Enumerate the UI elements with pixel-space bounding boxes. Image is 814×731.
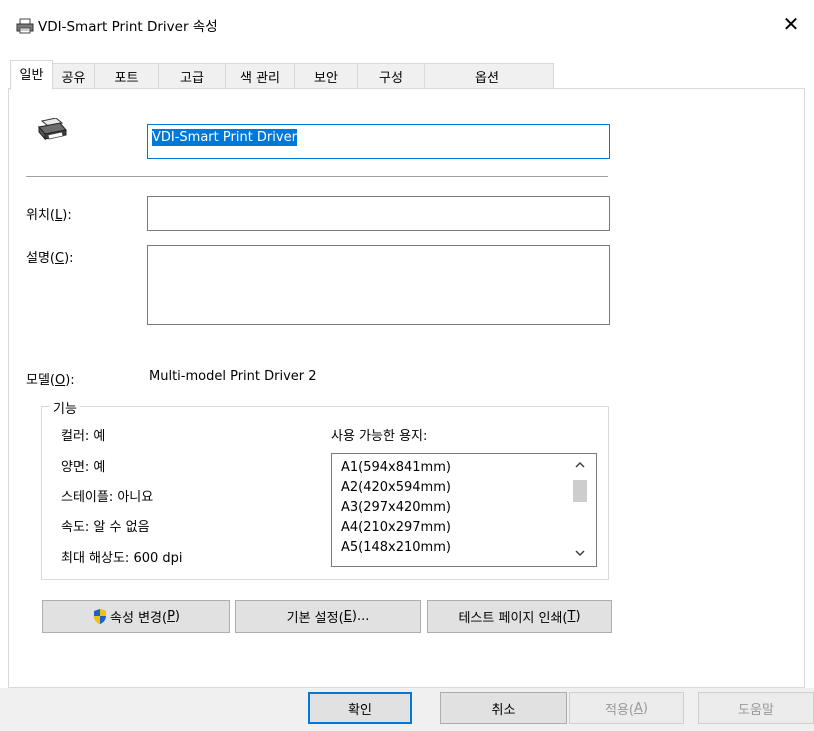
button-accel: P (167, 609, 175, 624)
tab-label: 옵션 (475, 71, 499, 86)
model-label: 모델(O): (26, 373, 75, 388)
divider (26, 176, 608, 177)
button-accel: E (343, 609, 352, 624)
tab-label: 공유 (61, 71, 86, 86)
speed-feature: 속도: 알 수 없음 (61, 520, 150, 535)
scroll-up-icon[interactable] (573, 460, 587, 474)
scroll-down-icon[interactable] (573, 548, 587, 562)
tab-sharing[interactable]: 공유 (52, 63, 95, 90)
tab-label: 일반 (19, 68, 44, 83)
close-button[interactable]: ✕ (768, 0, 814, 48)
close-icon: ✕ (782, 12, 800, 36)
tab-advanced[interactable]: 고급 (158, 63, 226, 90)
paper-label: 사용 가능한 용지: (331, 429, 428, 444)
general-tab-panel (8, 88, 805, 688)
button-label: 도움말 (738, 702, 774, 718)
change-properties-button[interactable]: 속성 변경(P) (42, 600, 230, 633)
button-label: ) (642, 700, 648, 716)
shield-icon (94, 609, 107, 624)
location-label: 위치(L): (26, 208, 72, 223)
printer-icon (16, 18, 34, 34)
button-label: ) (174, 609, 180, 624)
print-test-page-button[interactable]: 테스트 페이지 인쇄(T) (427, 600, 612, 633)
button-label: ) (575, 609, 581, 624)
tab-color-management[interactable]: 색 관리 (225, 63, 295, 90)
button-label: 테스트 페이지 인쇄( (458, 611, 568, 626)
list-item[interactable]: A5(148x210mm) (341, 540, 451, 555)
tab-label: 구성 (379, 71, 403, 86)
max-resolution-feature: 최대 해상도: 600 dpi (61, 551, 183, 566)
preferences-button[interactable]: 기본 설정(E)... (235, 600, 421, 633)
tab-options[interactable]: 옵션 (424, 63, 554, 90)
button-label: 속성 변경( (110, 611, 168, 626)
list-item[interactable]: A4(210x297mm) (341, 520, 451, 535)
scrollbar-thumb[interactable] (573, 480, 587, 502)
apply-button[interactable]: 적용(A) (569, 692, 684, 724)
tab-configuration[interactable]: 구성 (357, 63, 425, 90)
button-label: )... (351, 609, 370, 624)
title-bar: VDI-Smart Print Driver 속성 ✕ (0, 0, 814, 48)
tab-general[interactable]: 일반 (10, 60, 53, 90)
button-accel: A (634, 700, 643, 716)
paper-sizes-listbox[interactable]: A1(594x841mm) A2(420x594mm) A3(297x420mm… (331, 453, 597, 567)
comment-textarea[interactable] (147, 245, 610, 325)
button-accel: T (567, 609, 576, 624)
list-item[interactable]: A2(420x594mm) (341, 480, 451, 495)
button-label: 취소 (491, 702, 516, 718)
tab-security[interactable]: 보안 (294, 63, 358, 90)
window-title: VDI-Smart Print Driver 속성 (38, 19, 218, 35)
tab-label: 고급 (180, 71, 204, 86)
location-input[interactable] (147, 196, 610, 231)
ok-button[interactable]: 확인 (308, 692, 412, 724)
list-item[interactable]: A1(594x841mm) (341, 460, 451, 475)
tab-ports[interactable]: 포트 (94, 63, 159, 90)
printer-name-input[interactable]: VDI-Smart Print Driver (147, 124, 610, 159)
features-title: 기능 (50, 398, 80, 417)
button-label: 확인 (348, 702, 372, 718)
tab-label: 보안 (314, 71, 338, 86)
comment-label: 설명(C): (26, 251, 74, 266)
button-label: 적용( (605, 702, 634, 718)
tab-strip: 일반 공유 포트 고급 색 관리 보안 구성 옵션 (10, 60, 810, 90)
printer-name-text: VDI-Smart Print Driver (152, 129, 297, 146)
help-button[interactable]: 도움말 (698, 692, 814, 724)
list-item[interactable]: A3(297x420mm) (341, 500, 451, 515)
color-feature: 컬러: 예 (61, 429, 106, 444)
button-label: 기본 설정( (286, 611, 344, 626)
model-value: Multi-model Print Driver 2 (149, 369, 317, 384)
tab-label: 색 관리 (239, 71, 280, 86)
cancel-button[interactable]: 취소 (440, 692, 567, 724)
staple-feature: 스테이플: 아니요 (61, 490, 154, 505)
duplex-feature: 양면: 예 (61, 460, 106, 475)
printer-icon (38, 118, 67, 141)
tab-label: 포트 (114, 71, 139, 86)
